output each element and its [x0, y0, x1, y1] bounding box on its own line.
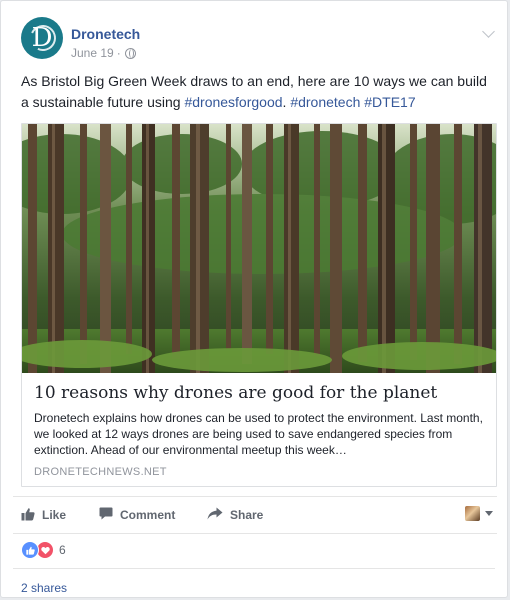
share-arrow-icon — [207, 507, 223, 523]
forest-illustration — [22, 124, 496, 373]
page-name-link[interactable]: Dronetech — [71, 25, 140, 43]
post-menu-chevron-icon[interactable] — [482, 25, 495, 38]
comment-bubble-icon — [99, 507, 113, 523]
post-card: D Dronetech June 19 · As Bristol Big Gre… — [0, 0, 508, 598]
divider — [13, 568, 495, 569]
share-button[interactable]: Share — [207, 497, 263, 533]
link-domain: DRONETECHNEWS.NET — [34, 466, 167, 478]
link-title[interactable]: 10 reasons why drones are good for the p… — [34, 382, 484, 404]
user-avatar — [465, 506, 480, 521]
hashtag-link[interactable]: #dronetech — [290, 94, 360, 110]
reaction-summary[interactable]: 6 — [21, 541, 66, 559]
like-button[interactable]: Like — [21, 497, 66, 533]
reaction-count: 6 — [59, 543, 66, 557]
dropdown-caret-icon — [485, 511, 493, 516]
link-preview-card[interactable]: 10 reasons why drones are good for the p… — [21, 123, 497, 487]
like-label: Like — [42, 508, 67, 522]
globe-icon[interactable] — [124, 47, 136, 59]
comment-button[interactable]: Comment — [99, 497, 175, 533]
post-action-bar: Like Comment Share — [13, 496, 497, 534]
forest-photo[interactable] — [22, 124, 496, 373]
post-header: D Dronetech June 19 · — [21, 17, 495, 61]
react-as-selector[interactable] — [465, 506, 493, 521]
share-label: Share — [230, 508, 264, 522]
avatar-logo-letter: D — [31, 23, 53, 53]
page-avatar[interactable]: D — [21, 17, 63, 59]
thumbs-up-icon — [21, 507, 35, 524]
like-reaction-icon — [21, 541, 39, 559]
hashtag-link[interactable]: #dronesforgood — [184, 94, 282, 110]
comment-label: Comment — [120, 508, 176, 522]
link-description: Dronetech explains how drones can be use… — [34, 411, 483, 457]
meta-separator: · — [116, 46, 121, 60]
post-date[interactable]: June 19 — [71, 45, 114, 61]
post-meta: June 19 · — [71, 45, 136, 61]
hashtag-link[interactable]: #DTE17 — [364, 94, 415, 110]
post-body-text: As Bristol Big Green Week draws to an en… — [21, 71, 491, 113]
shares-link[interactable]: 2 shares — [21, 581, 67, 595]
